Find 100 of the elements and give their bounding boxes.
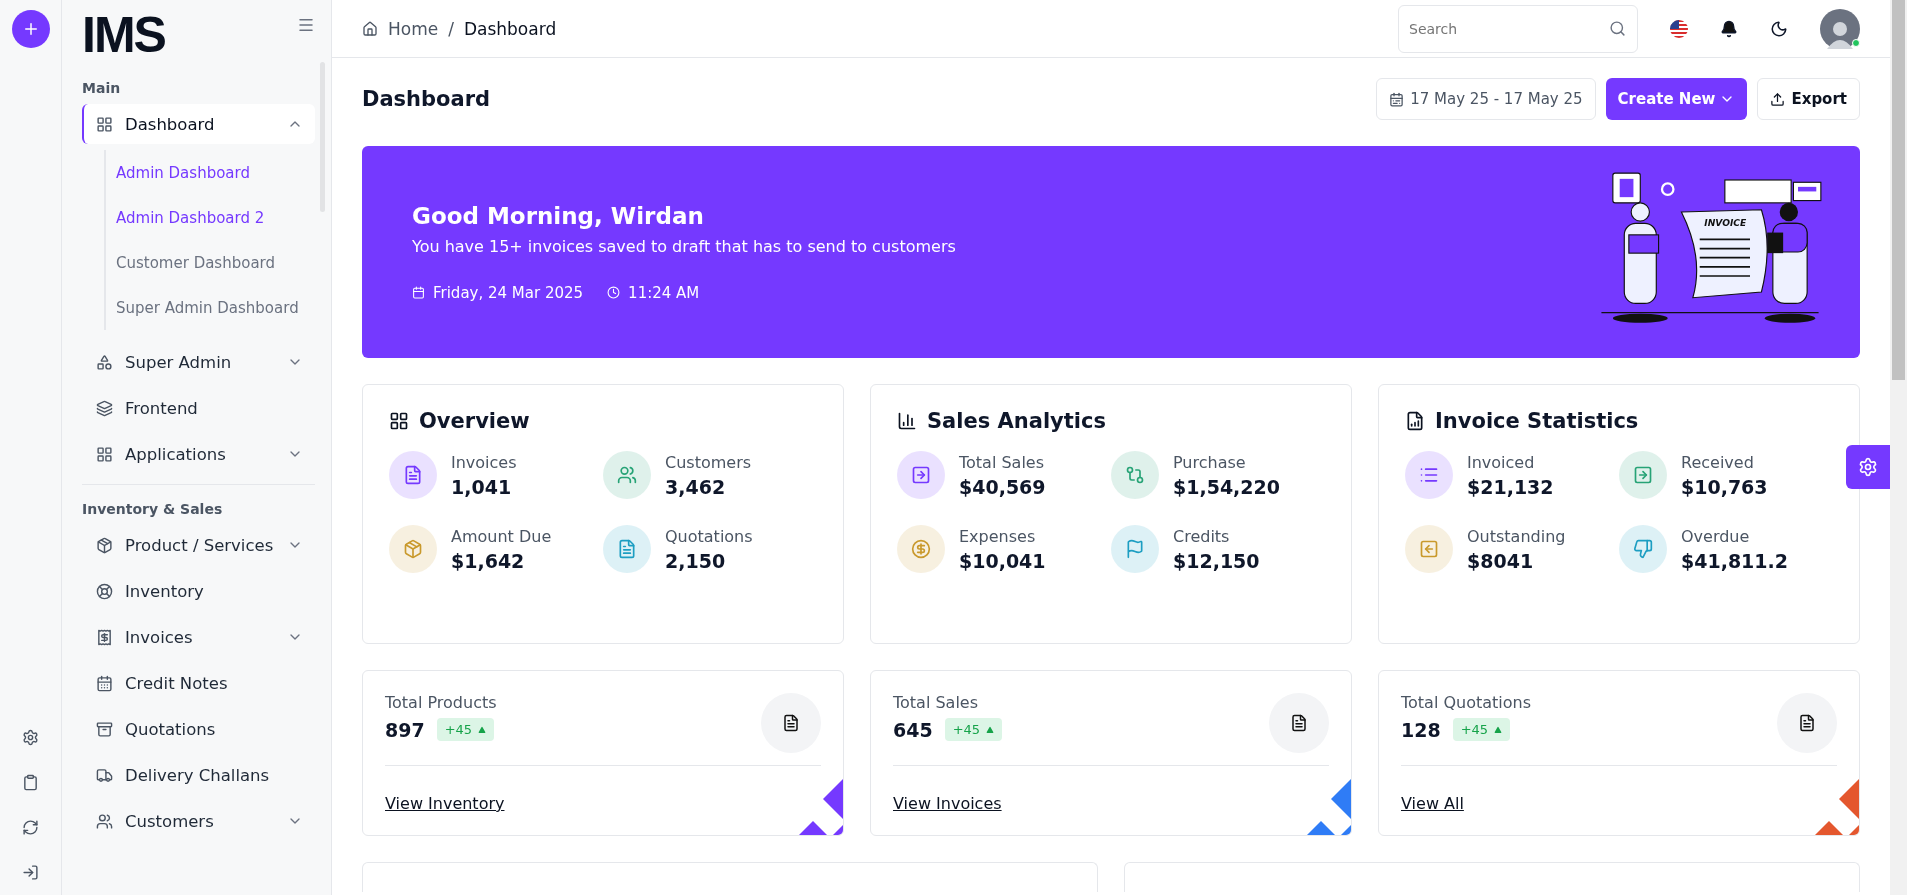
- shapes-icon: [96, 353, 113, 371]
- invoice-illustration-drawing: INVOICE: [1590, 166, 1830, 338]
- archive-icon: [96, 720, 113, 738]
- sidebar-item[interactable]: Super Admin: [82, 342, 315, 382]
- section-title: Inventory & Sales: [82, 501, 224, 517]
- clock-icon: [607, 286, 621, 299]
- sidebar-item[interactable]: Delivery Challans: [82, 755, 315, 795]
- summary-link[interactable]: View Inventory: [385, 780, 505, 813]
- up-triangle-icon: [478, 725, 487, 734]
- breadcrumb-item[interactable]: Home: [388, 18, 439, 39]
- banner-date: Friday, 24 Mar 2025: [433, 283, 584, 302]
- banner-time: 11:24 AM: [628, 283, 700, 302]
- greeting: Good Morning, Wirdan: [412, 202, 705, 229]
- date-range-picker[interactable]: 17 May 25 - 17 May 25: [1376, 78, 1596, 120]
- page-title: Dashboard: [362, 87, 492, 111]
- calendar-icon: [96, 674, 113, 692]
- document-icon: [782, 714, 800, 732]
- metric-value: 2,150: [665, 549, 727, 572]
- flag-icon[interactable]: [1670, 19, 1688, 38]
- menu-icon[interactable]: [297, 16, 315, 34]
- avatar[interactable]: [1820, 8, 1860, 49]
- moon-icon[interactable]: [1770, 19, 1788, 38]
- metric-label: Quotations: [665, 526, 753, 546]
- section-title: Main: [82, 80, 122, 96]
- card-title: Overview: [419, 409, 530, 433]
- metric-label: Received: [1681, 452, 1755, 472]
- apps-icon: [389, 411, 409, 431]
- document-icon: [1290, 714, 1308, 732]
- scrollbar[interactable]: [1890, 0, 1907, 895]
- chart-icon: [897, 411, 917, 431]
- sidebar-item[interactable]: Frontend: [82, 388, 315, 428]
- metric-label: Purchase: [1173, 452, 1247, 472]
- metric-value: $21,132: [1467, 475, 1554, 498]
- sidebar-item[interactable]: Dashboard: [82, 104, 315, 144]
- layers-icon: [96, 399, 113, 417]
- calendar-icon: [412, 286, 425, 299]
- clipboard-icon[interactable]: [22, 774, 39, 791]
- logo: IMS: [82, 6, 165, 64]
- metric-value: $10,763: [1681, 475, 1768, 498]
- metric-value: $41,811.2: [1681, 549, 1788, 572]
- change-badge: +45: [944, 718, 1003, 741]
- search-icon: [1609, 19, 1626, 37]
- up-triangle-icon: [1494, 725, 1503, 734]
- sidebar-item[interactable]: Quotations: [82, 709, 315, 749]
- box-icon: [96, 536, 113, 554]
- apps-icon: [96, 445, 113, 463]
- card-title: Sales Analytics: [927, 409, 1106, 433]
- metric-label: Total Sales: [959, 452, 1046, 472]
- up-triangle-icon: [986, 725, 995, 734]
- metric-label: Expenses: [959, 526, 1037, 546]
- users-icon: [96, 812, 113, 830]
- metric-value: $40,569: [959, 475, 1046, 498]
- calendar-icon: [1389, 91, 1405, 107]
- metric-value: $1,54,220: [1173, 475, 1280, 498]
- summary-value: 645: [893, 718, 933, 741]
- summary-value: 897: [385, 718, 425, 741]
- sidebar-item[interactable]: Applications: [82, 434, 315, 474]
- sidebar-item[interactable]: Invoices: [82, 617, 315, 657]
- search-field[interactable]: Search: [1398, 4, 1638, 53]
- summary-label: Total Quotations: [1401, 693, 1532, 712]
- sidebar-item[interactable]: Product / Services: [82, 525, 315, 565]
- change-badge: +45: [436, 718, 495, 741]
- metric-value: 1,041: [451, 475, 513, 498]
- submenu-item[interactable]: Admin Dashboard: [116, 150, 315, 195]
- create-new-button[interactable]: Create New: [1605, 78, 1748, 120]
- upload-icon: [1770, 91, 1786, 107]
- metric-label: Invoiced: [1467, 452, 1536, 472]
- breadcrumb-separator: /: [448, 18, 454, 39]
- logout-icon[interactable]: [22, 864, 39, 881]
- metric-label: Amount Due: [451, 526, 552, 546]
- truck-icon: [96, 766, 113, 784]
- summary-link[interactable]: View All: [1401, 780, 1464, 813]
- metric-label: Outstanding: [1467, 526, 1566, 546]
- metric-value: $12,150: [1173, 549, 1260, 572]
- bell-icon[interactable]: [1720, 19, 1738, 38]
- sync-icon[interactable]: [22, 819, 39, 836]
- banner-subtitle: You have 15+ invoices saved to draft that has to send to customers: [412, 236, 957, 256]
- add-button[interactable]: [11, 10, 50, 48]
- submenu-item[interactable]: Admin Dashboard 2: [116, 195, 315, 240]
- lifebuoy-icon: [96, 582, 113, 600]
- metric-value: $1,642: [451, 549, 526, 572]
- metric-label: Credits: [1173, 526, 1231, 546]
- settings-button[interactable]: [1846, 445, 1890, 489]
- document-icon: [1798, 714, 1816, 732]
- submenu-item[interactable]: Customer Dashboard: [116, 240, 315, 285]
- grid-icon: [96, 115, 113, 133]
- metric-value: $8041: [1467, 549, 1535, 572]
- sidebar-item[interactable]: Credit Notes: [82, 663, 315, 703]
- summary-value: 128: [1401, 718, 1441, 741]
- metric-label: Customers: [665, 452, 752, 472]
- metric-label: Overdue: [1681, 526, 1751, 546]
- metric-value: $10,041: [959, 549, 1046, 572]
- home-icon[interactable]: [362, 20, 378, 37]
- submenu-item[interactable]: Super Admin Dashboard: [116, 285, 315, 330]
- sidebar-item[interactable]: Inventory: [82, 571, 315, 611]
- change-badge: +45: [1452, 718, 1511, 741]
- export-button[interactable]: Export: [1757, 78, 1860, 120]
- gear-icon[interactable]: [22, 729, 39, 746]
- sidebar-item[interactable]: Customers: [82, 801, 315, 841]
- summary-link[interactable]: View Invoices: [893, 780, 1002, 813]
